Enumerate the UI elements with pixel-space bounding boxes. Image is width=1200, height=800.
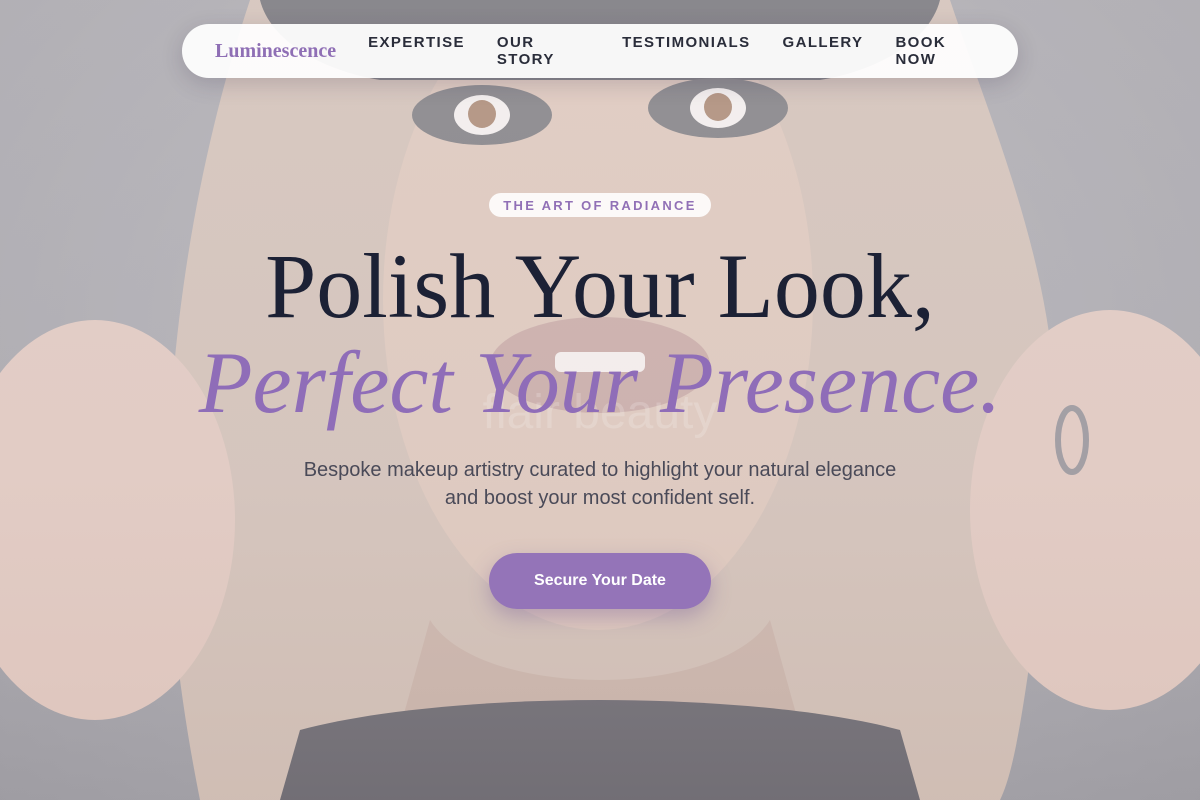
nav-link-gallery[interactable]: GALLERY xyxy=(783,34,864,68)
secure-your-date-button[interactable]: Secure Your Date xyxy=(489,553,711,609)
main-navigation: Luminescence EXPERTISE OUR STORY TESTIMO… xyxy=(182,24,1018,78)
brand-logo-link[interactable]: Luminescence xyxy=(215,40,336,63)
nav-link-book-now[interactable]: BOOK NOW xyxy=(895,34,985,68)
nav-link-expertise[interactable]: EXPERTISE xyxy=(368,34,465,68)
headline-line-2: Perfect Your Presence. xyxy=(198,335,1002,432)
nav-link-testimonials[interactable]: TESTIMONIALS xyxy=(622,34,750,68)
hero-eyebrow-badge: THE ART OF RADIANCE xyxy=(489,193,711,217)
nav-links: EXPERTISE OUR STORY TESTIMONIALS GALLERY… xyxy=(368,34,985,68)
hero-subtitle: Bespoke makeup artistry curated to highl… xyxy=(303,459,897,509)
headline-line-1: Polish Your Look, xyxy=(265,235,935,337)
nav-link-our-story[interactable]: OUR STORY xyxy=(497,34,590,68)
hero-headline: Polish Your Look, Perfect Your Presence. xyxy=(0,236,1200,432)
